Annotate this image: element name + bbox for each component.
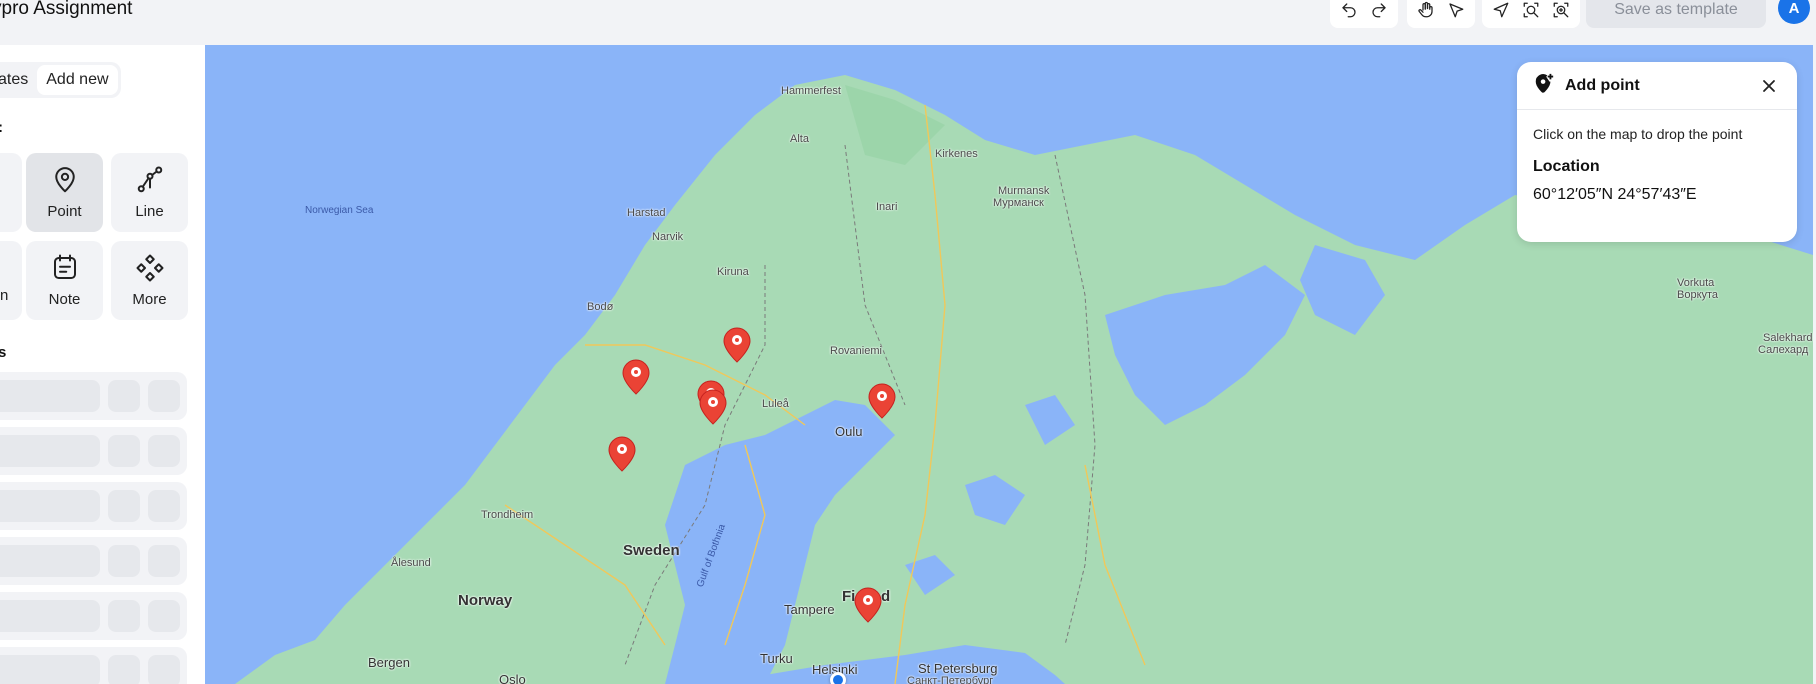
map-label: Salekhard [1763, 332, 1813, 344]
navigate-button[interactable] [1490, 0, 1512, 21]
area-tool-button[interactable]: n [0, 241, 22, 320]
map-pin-icon [868, 383, 896, 419]
map-label: Tampere [784, 602, 835, 617]
select-tool-button[interactable] [1445, 0, 1467, 21]
map-label: Oulu [835, 424, 863, 439]
more-tool-button[interactable]: More [111, 241, 188, 320]
zoom-area-icon [1523, 2, 1539, 18]
map-label: Turku [760, 651, 793, 666]
map-label: Kirkenes [935, 148, 978, 160]
map-label: Narvik [652, 231, 684, 243]
note-tool-label: Note [48, 291, 81, 308]
more-tool-label: More [132, 291, 167, 308]
close-icon [1763, 79, 1775, 92]
map-label: Oslo [499, 672, 526, 684]
cursor-toolbar [1407, 0, 1475, 28]
map-pin-icon [622, 359, 650, 395]
panel-hint: Click on the map to drop the point [1533, 126, 1743, 142]
map-label: Murmansk [998, 185, 1050, 197]
layers-section-label: s [0, 344, 7, 361]
map-label: Vorkuta [1677, 277, 1715, 289]
panel-title: Add point [1565, 76, 1640, 94]
note-tool-button[interactable]: Note [26, 241, 103, 320]
redo-icon [1372, 3, 1386, 18]
map-pin-icon [608, 436, 636, 472]
page-title: ypro Assignment [0, 0, 133, 19]
line-tool-button[interactable]: Line [111, 153, 188, 232]
map-label: Hammerfest [781, 85, 841, 97]
panel-header: Add point [1517, 62, 1797, 110]
history-toolbar [1330, 0, 1398, 28]
point-icon [54, 167, 75, 193]
zoom-fit-button[interactable] [1550, 0, 1572, 21]
current-location-dot [830, 672, 846, 684]
layer-row-skeleton [0, 372, 187, 420]
tab-add-new[interactable]: Add new [37, 65, 118, 95]
map-label: Sweden [623, 542, 680, 559]
zoom-fit-icon [1553, 2, 1569, 18]
map-view-toolbar [1482, 0, 1580, 28]
tools-section-label: : [0, 119, 3, 136]
close-panel-button[interactable] [1757, 74, 1781, 98]
map-label: Воркута [1677, 289, 1719, 301]
location-value: 60°12′05″N 24°57′43″E [1533, 186, 1697, 203]
undo-icon [1342, 3, 1356, 18]
redo-button[interactable] [1368, 0, 1390, 21]
layer-row-skeleton [0, 537, 187, 585]
map-label: Ålesund [391, 557, 431, 569]
map-label: Inari [876, 201, 898, 213]
avatar[interactable]: A [1778, 0, 1810, 24]
hand-icon [1418, 1, 1433, 18]
line-icon [137, 166, 162, 193]
map-marker[interactable] [722, 325, 752, 363]
area-tool-label: n [0, 287, 9, 304]
map-pin-icon [723, 327, 751, 363]
layer-row-skeleton [0, 647, 187, 684]
add-pin-icon [1533, 72, 1555, 99]
sidebar-tabs: ates Add new [0, 62, 121, 98]
map-label: Norway [458, 592, 513, 609]
map-label: Санкт-Петербург [907, 675, 994, 684]
map-marker[interactable] [867, 381, 897, 419]
map-label: Салехард [1758, 344, 1809, 356]
pointer-icon [1449, 3, 1464, 18]
tool-card-hidden[interactable] [0, 153, 22, 232]
tab-templates[interactable]: ates [0, 65, 37, 95]
map-marker[interactable] [607, 434, 637, 472]
zoom-area-button[interactable] [1520, 0, 1542, 21]
map-label: Bodø [587, 301, 614, 313]
hand-tool-button[interactable] [1415, 0, 1437, 21]
map-label: Alta [790, 133, 809, 145]
map-marker[interactable] [698, 387, 728, 425]
note-icon [53, 254, 76, 279]
sidebar: ates Add new : Point Line n Note More s [0, 45, 205, 684]
navigate-icon [1493, 2, 1509, 18]
map-pin-icon [854, 587, 882, 623]
layer-row-skeleton [0, 482, 187, 530]
point-tool-label: Point [47, 203, 82, 220]
map-label: Bergen [368, 655, 410, 670]
point-tool-button[interactable]: Point [26, 153, 103, 232]
more-icon [136, 254, 163, 282]
layer-row-skeleton [0, 592, 187, 640]
map-label: Harstad [627, 207, 666, 219]
map-label: St Petersburg [918, 661, 998, 676]
top-bar: ypro Assignment Save as template A [0, 0, 1816, 45]
layer-row-skeleton [0, 427, 187, 475]
map-label: Luleå [762, 398, 789, 410]
map-label: Rovaniemi [830, 345, 882, 357]
map-label: Мурманск [993, 197, 1044, 209]
map-pin-icon [699, 389, 727, 425]
line-tool-label: Line [135, 203, 164, 220]
map-label: Kiruna [717, 266, 749, 278]
map-label: Norwegian Sea [305, 205, 374, 216]
location-label: Location [1533, 158, 1600, 175]
save-as-template-button[interactable]: Save as template [1586, 0, 1766, 28]
add-point-panel: Add point Click on the map to drop the p… [1517, 62, 1797, 242]
map-marker[interactable] [853, 585, 883, 623]
undo-button[interactable] [1338, 0, 1360, 21]
map-label: Trondheim [481, 509, 534, 521]
map-marker[interactable] [621, 357, 651, 395]
